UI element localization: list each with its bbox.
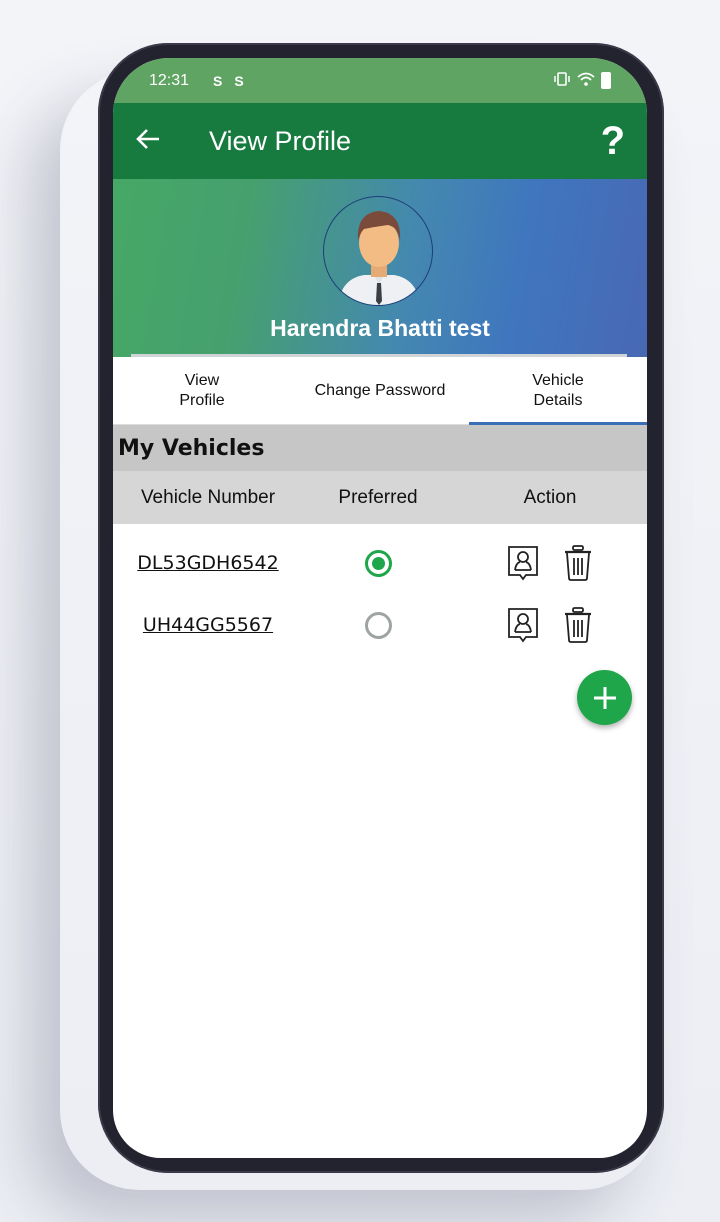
app-bar: View Profile ? [113,103,647,179]
status-bar: 12:31 S S [113,58,647,103]
status-time: 12:31 [149,71,190,89]
vehicle-number-link[interactable]: UH44GG5567 [143,614,273,636]
arrow-left-icon [136,129,159,149]
column-header-action: Action [523,486,577,508]
add-vehicle-button[interactable] [577,670,632,725]
table-row: UH44GG5567 [113,594,647,656]
battery-charging-icon [601,72,611,89]
tab-change-password[interactable]: Change Password [291,357,469,424]
trash-icon[interactable] [563,607,593,643]
page-title: View Profile [209,125,352,156]
tab-label: View Profile [179,371,225,409]
preferred-radio[interactable] [364,549,392,577]
notification-s-icon: S [234,72,244,89]
section-title: My Vehicles [113,425,647,471]
vehicle-list: DL53GDH6542 UH44GG5567 [113,532,647,656]
profile-header: Harendra Bhatti test [113,179,647,357]
preferred-radio[interactable] [364,611,392,639]
tab-bar: View Profile Change Password Vehicle Det… [113,357,647,425]
profile-name: Harendra Bhatti test [270,315,490,341]
tab-label: Change Password [314,381,446,399]
driver-profile-icon[interactable] [507,607,539,643]
tab-vehicle-details[interactable]: Vehicle Details [469,357,647,425]
back-button[interactable] [135,125,209,157]
driver-profile-icon[interactable] [507,545,539,581]
column-header-vehicle-number: Vehicle Number [140,486,276,508]
help-button[interactable]: ? [601,119,625,164]
wifi-icon [577,72,595,89]
vehicle-number-link[interactable]: DL53GDH6542 [137,552,278,574]
column-header-preferred: Preferred [338,486,418,508]
vibrate-icon [553,72,571,89]
table-header: Vehicle Number Preferred Action [113,471,647,524]
tab-view-profile[interactable]: View Profile [113,357,291,424]
table-row: DL53GDH6542 [113,532,647,594]
user-avatar-icon [338,211,420,305]
notification-s-icon: S [213,72,223,89]
avatar [323,196,433,306]
plus-icon [593,686,616,709]
trash-icon[interactable] [563,545,593,581]
tab-label: Vehicle Details [532,371,584,409]
phone-screen: 12:31 S S View Profile ? Harendra Bhatti… [113,58,647,1158]
